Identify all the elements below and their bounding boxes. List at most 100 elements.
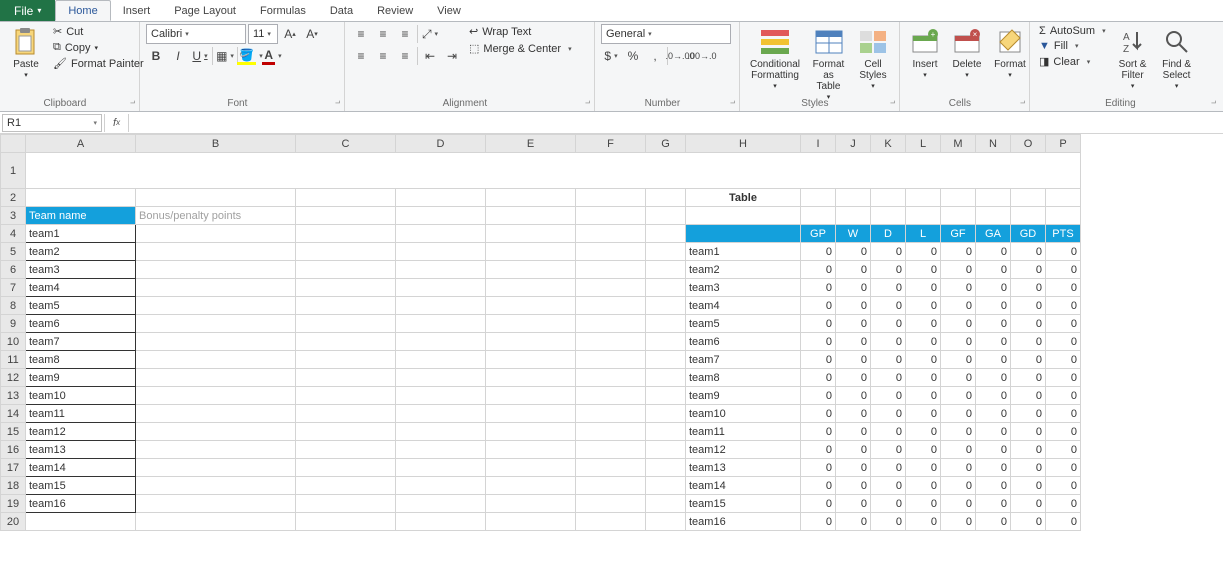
cell[interactable]: 0	[941, 477, 976, 495]
cell[interactable]	[136, 423, 296, 441]
col-header-G[interactable]: G	[646, 135, 686, 153]
tab-home[interactable]: Home	[55, 0, 110, 21]
cell[interactable]	[486, 423, 576, 441]
cell[interactable]	[396, 513, 486, 531]
cell[interactable]	[576, 387, 646, 405]
cell[interactable]	[486, 297, 576, 315]
cell[interactable]: 0	[1046, 351, 1081, 369]
autosum-button[interactable]: ΣAutoSum	[1036, 24, 1109, 38]
cell[interactable]: 0	[1011, 315, 1046, 333]
comma-button[interactable]: ,	[645, 46, 665, 66]
cell[interactable]: 0	[871, 513, 906, 531]
cell[interactable]: 0	[1011, 261, 1046, 279]
cell[interactable]: 0	[1046, 369, 1081, 387]
cell[interactable]: 0	[836, 297, 871, 315]
cell[interactable]: 0	[941, 261, 976, 279]
cell[interactable]	[396, 225, 486, 243]
cell[interactable]	[576, 423, 646, 441]
cell[interactable]: 0	[976, 333, 1011, 351]
cell[interactable]: 0	[871, 279, 906, 297]
cell[interactable]: 0	[976, 423, 1011, 441]
cell[interactable]: 0	[941, 351, 976, 369]
font-size-select[interactable]: 11	[248, 24, 278, 44]
cell[interactable]	[136, 189, 296, 207]
row-header[interactable]: 12	[1, 369, 26, 387]
cell[interactable]: 0	[906, 297, 941, 315]
cell[interactable]: 0	[906, 333, 941, 351]
cell[interactable]	[646, 441, 686, 459]
cell[interactable]: team11	[686, 423, 801, 441]
cell[interactable]	[26, 513, 136, 531]
wrap-text-button[interactable]: ↩Wrap Text	[466, 24, 575, 39]
cell[interactable]	[396, 351, 486, 369]
cell[interactable]	[836, 189, 871, 207]
cell[interactable]	[686, 225, 801, 243]
orientation-button[interactable]: ⤢	[420, 24, 440, 44]
cell[interactable]	[576, 243, 646, 261]
cell[interactable]	[486, 513, 576, 531]
cell[interactable]	[296, 279, 396, 297]
cell[interactable]: GA	[976, 225, 1011, 243]
cell[interactable]: 0	[941, 333, 976, 351]
cell[interactable]	[136, 243, 296, 261]
cell[interactable]	[396, 207, 486, 225]
find-select-button[interactable]: Find & Select▾	[1157, 24, 1197, 96]
cell[interactable]	[646, 225, 686, 243]
cell[interactable]	[486, 207, 576, 225]
cell[interactable]: 0	[1046, 441, 1081, 459]
cell[interactable]	[396, 423, 486, 441]
cell[interactable]: 0	[871, 495, 906, 513]
cell[interactable]: team2	[26, 243, 136, 261]
delete-cells-button[interactable]: × Delete▾	[948, 24, 986, 96]
row-header[interactable]: 3	[1, 207, 26, 225]
row-header[interactable]: 17	[1, 459, 26, 477]
cell[interactable]	[801, 207, 836, 225]
cell[interactable]	[646, 423, 686, 441]
cell[interactable]	[646, 459, 686, 477]
cell[interactable]	[941, 189, 976, 207]
cell[interactable]	[646, 279, 686, 297]
cell[interactable]	[136, 441, 296, 459]
cell[interactable]: team13	[686, 459, 801, 477]
cell[interactable]: 0	[941, 387, 976, 405]
cell[interactable]	[136, 405, 296, 423]
cell[interactable]: 0	[906, 279, 941, 297]
cell[interactable]	[646, 297, 686, 315]
cell[interactable]: 0	[1011, 423, 1046, 441]
bold-button[interactable]: B	[146, 46, 166, 66]
cell[interactable]: team13	[26, 441, 136, 459]
cell[interactable]: 0	[976, 459, 1011, 477]
cell[interactable]: 0	[941, 297, 976, 315]
cell[interactable]	[136, 333, 296, 351]
align-center-button[interactable]: ≡	[373, 46, 393, 66]
cell[interactable]: 0	[871, 333, 906, 351]
cell[interactable]	[296, 423, 396, 441]
cell[interactable]: 0	[941, 279, 976, 297]
cell[interactable]: 0	[1046, 459, 1081, 477]
cell[interactable]	[296, 351, 396, 369]
tab-review[interactable]: Review	[365, 0, 425, 21]
cell[interactable]: L	[906, 225, 941, 243]
cell[interactable]: 0	[941, 405, 976, 423]
tab-page-layout[interactable]: Page Layout	[162, 0, 248, 21]
font-name-select[interactable]: Calibri	[146, 24, 246, 44]
cell[interactable]: 0	[871, 351, 906, 369]
cell[interactable]: 0	[836, 351, 871, 369]
cell[interactable]	[646, 207, 686, 225]
cell[interactable]	[686, 207, 801, 225]
cell[interactable]	[486, 459, 576, 477]
cell[interactable]: 0	[836, 315, 871, 333]
col-header-H[interactable]: H	[686, 135, 801, 153]
cell[interactable]: 0	[906, 495, 941, 513]
cell[interactable]: 0	[906, 477, 941, 495]
cell[interactable]	[576, 405, 646, 423]
cell[interactable]: 0	[906, 441, 941, 459]
cell[interactable]: 0	[871, 243, 906, 261]
select-all-corner[interactable]	[1, 135, 26, 153]
cell[interactable]	[576, 351, 646, 369]
cell[interactable]: 0	[906, 405, 941, 423]
cell[interactable]	[396, 279, 486, 297]
cell[interactable]: team15	[26, 477, 136, 495]
row-header[interactable]: 10	[1, 333, 26, 351]
cell[interactable]: 0	[871, 441, 906, 459]
